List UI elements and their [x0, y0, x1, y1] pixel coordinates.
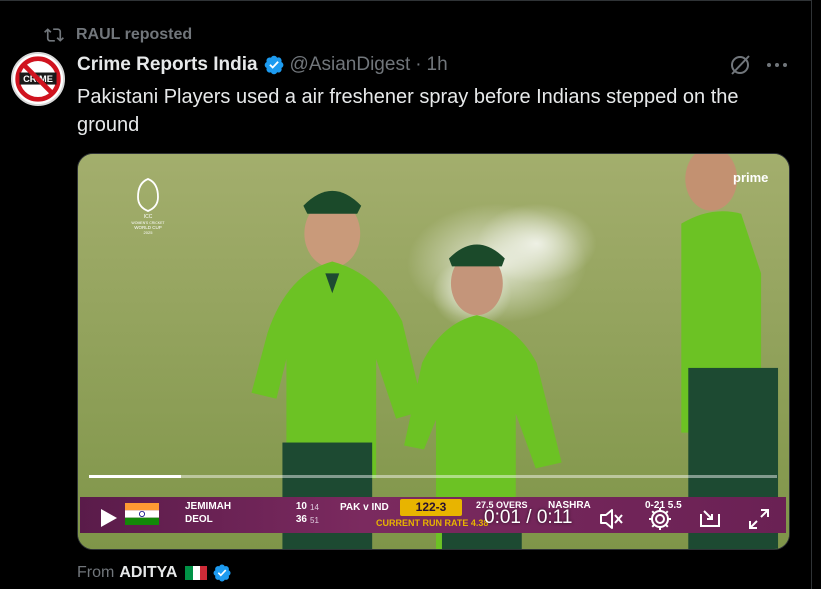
- batter-names: JEMIMAH DEOL: [185, 500, 231, 526]
- batter1-name: JEMIMAH: [185, 501, 232, 512]
- video-progress-fill[interactable]: [89, 475, 181, 478]
- no-crime-logo: CRIME: [13, 54, 63, 104]
- video-time-readout: 0:01 / 0:11: [484, 507, 573, 528]
- batter-balls: 14 51: [310, 501, 319, 527]
- more-options-icon[interactable]: [764, 54, 790, 76]
- match-label: PAK v IND: [340, 502, 389, 513]
- source-attribution[interactable]: From ADITYA: [77, 562, 232, 584]
- play-icon[interactable]: [96, 506, 120, 530]
- from-label: From: [77, 564, 115, 581]
- batter2-runs: 36: [295, 514, 307, 525]
- source-name[interactable]: ADITYA: [119, 564, 177, 582]
- tweet-text: Pakistani Players used a air freshener s…: [77, 86, 739, 136]
- author-avatar[interactable]: CRIME: [11, 52, 65, 106]
- india-flag-icon: [125, 503, 159, 525]
- pip-icon[interactable]: [697, 506, 723, 532]
- verified-badge-icon[interactable]: [212, 563, 232, 583]
- author-display-name[interactable]: Crime Reports India: [77, 54, 258, 76]
- grok-icon[interactable]: [728, 53, 752, 77]
- batter1-balls: 14: [310, 503, 319, 512]
- batter-runs: 10 36: [285, 500, 307, 526]
- batter1-runs: 10: [295, 501, 307, 512]
- settings-gear-icon[interactable]: [647, 506, 673, 532]
- batter2-balls: 51: [310, 516, 319, 525]
- video-player[interactable]: prime ICC WOMEN'S CRICKET WORLD CUP 2025: [77, 153, 790, 550]
- repost-icon: [44, 28, 64, 42]
- repost-indicator[interactable]: RAUL reposted: [44, 24, 192, 46]
- video-frame-image: [78, 154, 789, 549]
- italy-flag-icon: [185, 566, 208, 580]
- volume-muted-icon[interactable]: [598, 506, 624, 532]
- video-progress-track[interactable]: [89, 475, 777, 478]
- broadcaster-logo: prime: [733, 170, 769, 185]
- header-separator: ·: [415, 54, 422, 75]
- repost-label: RAUL reposted: [76, 26, 193, 43]
- svg-text:2025: 2025: [144, 230, 154, 235]
- fullscreen-icon[interactable]: [746, 506, 772, 532]
- run-rate: CURRENT RUN RATE 4.38: [376, 518, 489, 528]
- author-handle[interactable]: @AsianDigest: [290, 54, 411, 76]
- svg-text:ICC: ICC: [144, 214, 153, 220]
- tweet-header: Crime Reports India @AsianDigest · 1h: [77, 52, 781, 78]
- verified-badge-icon[interactable]: [263, 54, 285, 76]
- world-cup-logo: ICC WOMEN'S CRICKET WORLD CUP 2025: [131, 178, 165, 235]
- batter2-name: DEOL: [185, 514, 213, 525]
- tweet-timestamp[interactable]: 1h: [427, 54, 448, 76]
- team-score: 122-3: [400, 499, 462, 516]
